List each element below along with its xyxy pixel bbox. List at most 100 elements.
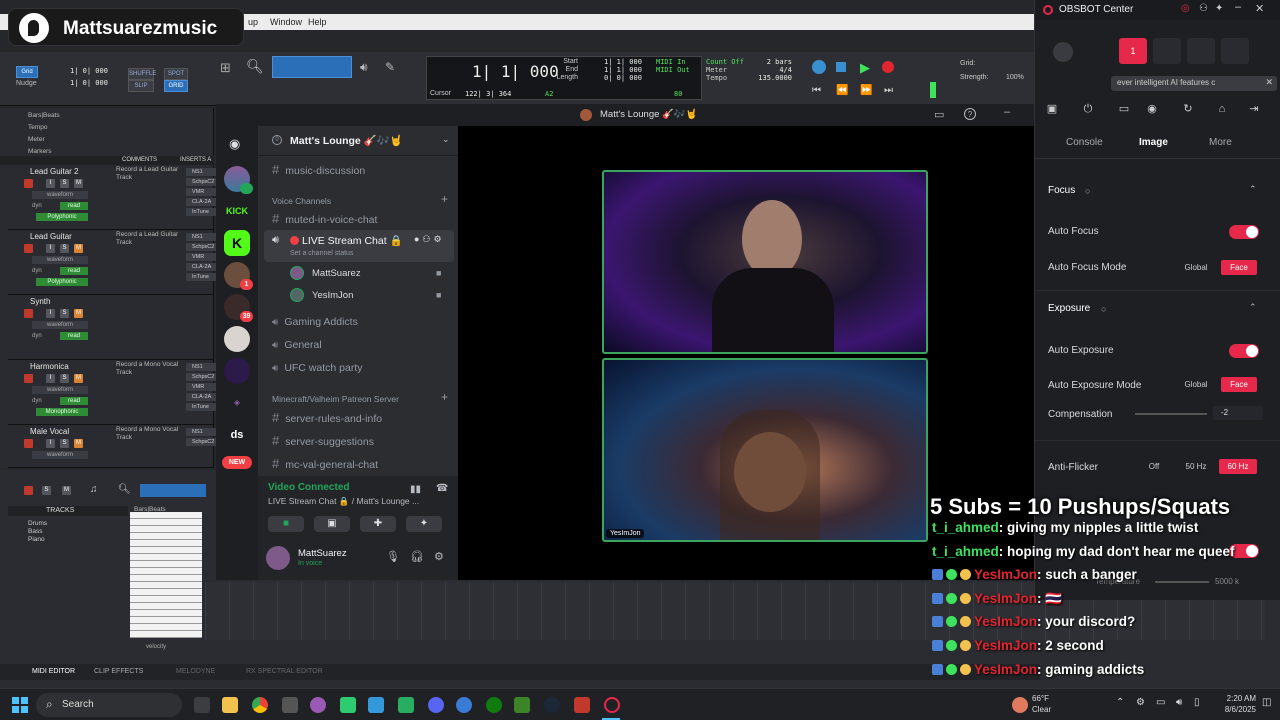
voice-category[interactable]: Voice Channels	[272, 196, 331, 206]
tab-image[interactable]: Image	[1139, 137, 1168, 148]
track-name[interactable]: Lead Guitar 2	[30, 167, 78, 176]
record-status-icon[interactable]: ◎	[1181, 3, 1190, 14]
chevron-up-icon[interactable]: ⌃	[1249, 302, 1257, 313]
discord-logo-icon[interactable]: ◉	[229, 136, 240, 152]
add-channel-icon[interactable]: +	[441, 390, 448, 404]
channel-server-rules[interactable]: # server-rules-and-info	[272, 410, 382, 425]
exposure-section-title[interactable]: Exposure	[1048, 303, 1090, 314]
signal-icon[interactable]: ▮▮	[410, 484, 421, 495]
channel-server-suggestions[interactable]: # server-suggestions	[272, 433, 374, 448]
input-button[interactable]: I	[46, 179, 55, 188]
live-app-icon[interactable]	[340, 697, 356, 713]
meter-value[interactable]: 4/4	[756, 66, 792, 74]
app-icon[interactable]	[456, 697, 472, 713]
compensation-slider[interactable]	[1135, 409, 1226, 419]
ilok-icon[interactable]	[282, 697, 298, 713]
rec-arm-button[interactable]	[24, 374, 33, 383]
server-ds[interactable]: ds	[224, 422, 250, 448]
camera-button[interactable]: ■	[268, 516, 304, 532]
insert-slot[interactable]: VMR	[186, 383, 220, 391]
elastic-mode[interactable]: Monophonic	[36, 408, 88, 416]
insert-slot[interactable]: SchpsC2	[186, 243, 220, 251]
track-name[interactable]: Male Vocal	[30, 427, 69, 436]
note-icon[interactable]: ♫	[90, 484, 98, 495]
channel-general[interactable]: 🔊︎ General	[272, 339, 322, 351]
compensation-input[interactable]: -2	[1213, 406, 1263, 420]
insert-slot[interactable]: VMR	[186, 253, 220, 261]
channel-actions-icons[interactable]: ●⚇⚙	[414, 234, 445, 245]
channel-ufc-watch-party[interactable]: 🔊︎ UFC watch party	[272, 362, 363, 374]
count-off-label[interactable]: Count Off	[706, 58, 744, 66]
preset-1-button[interactable]: 1	[1119, 38, 1147, 64]
account-icon[interactable]: ⚇	[1199, 3, 1208, 14]
input-button[interactable]: I	[46, 374, 55, 383]
battery-icon[interactable]: ▯	[1194, 697, 1200, 708]
pin-icon[interactable]: ✦	[1215, 3, 1223, 14]
app-icon[interactable]	[368, 697, 384, 713]
track-name[interactable]: Lead Guitar	[30, 232, 72, 241]
mute-button[interactable]: M	[74, 374, 83, 383]
new-badge[interactable]: NEW	[222, 456, 252, 469]
insert-slot[interactable]: NS1	[186, 168, 220, 176]
speaker-icon[interactable]: 🔊︎	[1176, 697, 1182, 708]
power-icon[interactable]: ⏻	[1081, 102, 1095, 116]
solo-button[interactable]: S	[60, 374, 69, 383]
insert-slot[interactable]: NS1	[186, 428, 220, 436]
discord-icon[interactable]	[428, 697, 444, 713]
tab-more[interactable]: More	[1209, 137, 1232, 148]
elastic-mode[interactable]: Polyphonic	[36, 278, 88, 286]
camera-avatar-icon[interactable]	[1053, 42, 1073, 62]
user-name[interactable]: MattSuarez	[298, 548, 347, 559]
spot-button[interactable]: SPOT	[164, 68, 188, 80]
midi-track-piano[interactable]: Piano	[28, 536, 47, 544]
focus-section-title[interactable]: Focus	[1048, 185, 1075, 196]
end-value[interactable]: 1| 1| 000	[604, 66, 642, 74]
record-icon[interactable]: ▭	[1117, 102, 1131, 116]
server-header[interactable]: 0 Matt's Lounge 🎸🎶🤘 ⌄	[258, 126, 458, 156]
track-name[interactable]: Synth	[30, 297, 50, 306]
insert-slot[interactable]: SchpsC2	[186, 438, 220, 446]
automation-mode[interactable]: read	[60, 397, 88, 405]
track-view-select[interactable]: waveform	[32, 321, 88, 329]
track-harmonica[interactable]: Harmonica I S M waveform dyn read Monoph…	[8, 361, 220, 425]
track-male-vocal[interactable]: Male Vocal I S M waveform Record a Mono …	[8, 426, 220, 468]
pencil-icon[interactable]: ✎	[385, 60, 395, 74]
track-synth[interactable]: Synth I S M waveform dyn read	[8, 296, 213, 360]
track-name[interactable]: Harmonica	[30, 362, 69, 371]
auto-focus-toggle[interactable]	[1229, 225, 1259, 239]
notifications-icon[interactable]: ◫	[1262, 697, 1271, 708]
obsbot-taskbar-icon[interactable]	[604, 697, 620, 713]
tempo-value[interactable]: 135.0000	[756, 74, 792, 82]
screen-share-button[interactable]: ▣	[314, 516, 350, 532]
input-button[interactable]: I	[46, 244, 55, 253]
play-icon[interactable]: ▶	[860, 60, 870, 76]
zoom-icon[interactable]: ⊞	[220, 60, 231, 76]
network-icon[interactable]: ▭	[1156, 697, 1165, 708]
file-explorer-icon[interactable]	[222, 697, 238, 713]
input-button[interactable]: I	[46, 439, 55, 448]
taskbar-search[interactable]: ⌕ Search	[36, 693, 182, 717]
mute-button[interactable]: M	[74, 244, 83, 253]
chevron-up-icon[interactable]: ⌃	[1116, 697, 1124, 708]
insert-slot[interactable]: InTune	[186, 273, 220, 281]
solo-button[interactable]: S	[60, 244, 69, 253]
grid-button[interactable]: Grid	[16, 66, 38, 78]
preset-add-button[interactable]	[1221, 38, 1249, 64]
focus-info-icon[interactable]: ○	[1085, 186, 1090, 196]
track-comment[interactable]: Record a Lead Guitar Track	[116, 231, 180, 247]
midi-rec-button[interactable]	[24, 486, 33, 495]
menu-window[interactable]: Window	[270, 17, 302, 27]
anti-flicker-50hz[interactable]: 50 Hz	[1177, 459, 1215, 474]
edit-tools-group[interactable]	[272, 56, 352, 78]
windows-start-icon[interactable]	[12, 697, 28, 713]
settings-gear-icon[interactable]: ⚙	[434, 550, 444, 563]
track-comment[interactable]: Record a Mono Vocal Track	[116, 361, 180, 377]
mute-button[interactable]: M	[74, 309, 83, 318]
patreon-category[interactable]: Minecraft/Valheim Patreon Server	[272, 394, 399, 404]
track-comment[interactable]: Record a Mono Vocal Track	[116, 426, 180, 442]
server-avatar[interactable]: 39	[224, 294, 253, 322]
exposure-info-icon[interactable]: ○	[1101, 304, 1106, 314]
weather-icon[interactable]	[1012, 697, 1028, 713]
loop-icon[interactable]	[812, 60, 826, 74]
insert-slot[interactable]: InTune	[186, 208, 220, 216]
